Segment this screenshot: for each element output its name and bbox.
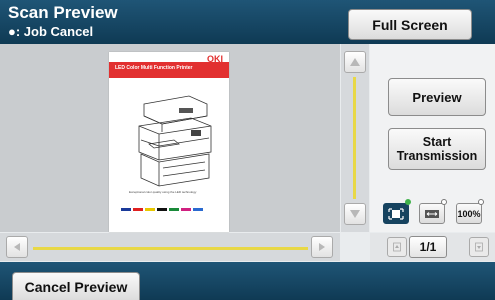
- next-page-button[interactable]: [469, 237, 489, 257]
- fit-width-zoom-button[interactable]: [419, 203, 445, 224]
- full-screen-button[interactable]: Full Screen: [348, 9, 472, 40]
- previous-page-button[interactable]: [387, 237, 407, 257]
- scroll-down-button[interactable]: [344, 203, 366, 225]
- triangle-left-icon: [14, 243, 20, 251]
- triangle-down-icon: [350, 210, 360, 218]
- job-cancel-hint: ●: Job Cancel: [8, 24, 93, 39]
- start-transmission-line2: Transmission: [396, 149, 478, 163]
- document-preview: OKI LED Color Multi Function Printer Exc…: [109, 52, 229, 232]
- color-swatch: [181, 208, 191, 211]
- page-title: Scan Preview: [8, 3, 118, 22]
- fit-page-zoom-button[interactable]: [383, 203, 409, 224]
- page-counter: 1/1: [409, 236, 447, 258]
- horizontal-scrollbar[interactable]: [0, 233, 340, 261]
- triangle-up-icon: [350, 58, 360, 66]
- start-transmission-button[interactable]: Start Transmission: [388, 128, 486, 170]
- printer-illustration: [138, 95, 212, 187]
- doc-banner-text: LED Color Multi Function Printer: [115, 65, 193, 71]
- color-swatch: [157, 208, 167, 211]
- triangle-right-icon: [319, 243, 325, 251]
- color-swatch: [133, 208, 143, 211]
- color-swatch: [169, 208, 179, 211]
- doc-color-bar: [121, 208, 203, 211]
- scroll-left-button[interactable]: [6, 236, 28, 258]
- actual-size-indicator: [478, 199, 484, 205]
- actual-size-label: 100%: [457, 208, 481, 219]
- horizontal-scroll-track[interactable]: [33, 247, 308, 250]
- preview-button[interactable]: Preview: [388, 78, 486, 116]
- page-up-icon: [393, 242, 401, 252]
- vertical-scrollbar[interactable]: [341, 44, 369, 232]
- color-swatch: [145, 208, 155, 211]
- scroll-up-button[interactable]: [344, 51, 366, 73]
- color-swatch: [193, 208, 203, 211]
- fit-page-indicator: [405, 199, 411, 205]
- vertical-scroll-track[interactable]: [353, 77, 356, 199]
- color-swatch: [121, 208, 131, 211]
- actual-size-zoom-button[interactable]: 100%: [456, 203, 482, 224]
- scroll-right-button[interactable]: [311, 236, 333, 258]
- page-down-icon: [475, 242, 483, 252]
- fit-width-icon: [425, 209, 439, 218]
- fit-width-indicator: [441, 199, 447, 205]
- start-transmission-line1: Start: [422, 135, 452, 149]
- doc-caption: Exceptional color quality using the LED …: [129, 190, 197, 194]
- cancel-preview-button[interactable]: Cancel Preview: [12, 272, 140, 300]
- job-cancel-hint-text: ●: Job Cancel: [8, 24, 94, 39]
- fit-page-icon: [388, 207, 404, 220]
